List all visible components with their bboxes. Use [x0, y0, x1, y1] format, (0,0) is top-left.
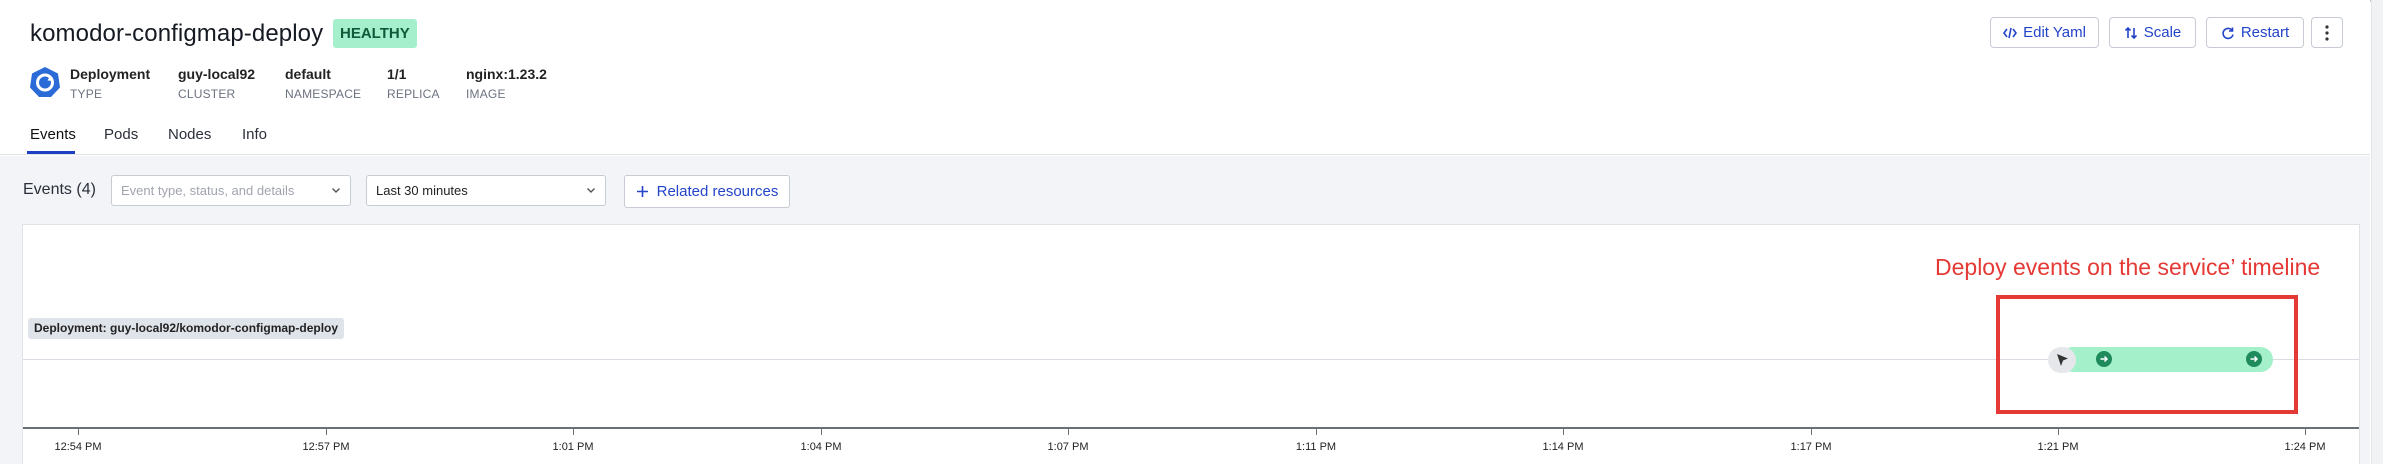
chevron-down-icon	[332, 188, 340, 193]
meta-namespace: default NAMESPACE	[285, 66, 361, 101]
scale-button[interactable]: Scale	[2109, 17, 2196, 48]
axis-tick-label: 12:54 PM	[54, 441, 102, 453]
axis-tick	[1316, 429, 1317, 435]
axis-tick-label: 1:21 PM	[2037, 441, 2079, 453]
axis-tick-label: 1:14 PM	[1542, 441, 1584, 453]
axis-tick-label: 1:17 PM	[1790, 441, 1832, 453]
page-scrollbar[interactable]	[2371, 0, 2383, 464]
meta-cluster: guy-local92 CLUSTER	[178, 66, 255, 101]
meta-type-value: Deployment	[70, 66, 151, 82]
meta-type: Deployment TYPE	[70, 66, 150, 101]
status-badge: HEALTHY	[333, 19, 417, 48]
tab-nodes[interactable]: Nodes	[168, 126, 211, 143]
deployment-icon	[30, 67, 60, 97]
tab-pods[interactable]: Pods	[104, 126, 138, 143]
meta-namespace-value: default	[285, 66, 331, 82]
service-header: komodor-configmap-deploy HEALTHY Deploym…	[0, 0, 2370, 155]
meta-replica-label: REPLICA	[387, 87, 440, 101]
axis-tick-label: 12:57 PM	[302, 441, 350, 453]
axis-tick	[1068, 429, 1069, 435]
timeline-row-label: Deployment: guy-local92/komodor-configma…	[28, 318, 345, 339]
axis-tick-label: 1:24 PM	[2284, 441, 2326, 453]
chevron-down-icon	[587, 188, 595, 193]
axis-tick	[326, 429, 327, 435]
deploy-event-start-icon[interactable]	[2096, 351, 2112, 367]
axis-tick-label: 1:11 PM	[1295, 441, 1337, 453]
axis-tick	[78, 429, 79, 435]
active-tab-indicator	[27, 151, 75, 154]
restart-icon	[2222, 27, 2234, 39]
meta-replica-value: 1/1	[387, 66, 407, 82]
meta-namespace-label: NAMESPACE	[285, 87, 362, 101]
time-range-value: Last 30 minutes	[376, 183, 468, 198]
axis-tick-label: 1:04 PM	[800, 441, 842, 453]
meta-cluster-value: guy-local92	[178, 66, 256, 82]
pointer-icon	[2048, 347, 2076, 373]
scale-arrows-icon	[2124, 26, 2137, 39]
plus-icon	[636, 186, 648, 197]
timeline-axis	[23, 427, 2359, 429]
restart-label: Restart	[2240, 24, 2290, 41]
edit-yaml-label: Edit Yaml	[2023, 24, 2086, 41]
code-icon	[2003, 27, 2018, 38]
related-resources-label: Related resources	[656, 183, 779, 200]
edit-yaml-button[interactable]: Edit Yaml	[1990, 17, 2099, 48]
meta-type-label: TYPE	[70, 87, 103, 101]
deploy-event-end-icon[interactable]	[2246, 351, 2262, 367]
meta-image-value: nginx:1.23.2	[466, 66, 547, 82]
axis-tick	[1563, 429, 1564, 435]
event-filter-placeholder: Event type, status, and details	[121, 183, 295, 198]
related-resources-button[interactable]: Related resources	[624, 175, 790, 208]
time-range-select[interactable]: Last 30 minutes	[366, 175, 606, 206]
more-actions-button[interactable]	[2311, 17, 2343, 48]
meta-image: nginx:1.23.2 IMAGE	[466, 66, 547, 101]
meta-cluster-label: CLUSTER	[178, 87, 236, 101]
tab-info[interactable]: Info	[242, 126, 267, 143]
restart-button[interactable]: Restart	[2206, 17, 2304, 48]
timeline-annotation: Deploy events on the service’ timeline	[1935, 254, 2321, 280]
meta-replica: 1/1 REPLICA	[387, 66, 440, 101]
meta-image-label: IMAGE	[466, 87, 506, 101]
axis-tick-label: 1:01 PM	[552, 441, 594, 453]
scale-label: Scale	[2143, 24, 2182, 41]
kebab-menu-icon	[2325, 24, 2329, 41]
axis-tick	[2305, 429, 2306, 435]
tab-events[interactable]: Events	[30, 126, 76, 143]
axis-tick	[1811, 429, 1812, 435]
axis-tick-label: 1:07 PM	[1047, 441, 1089, 453]
page-title: komodor-configmap-deploy	[30, 20, 324, 47]
axis-tick	[573, 429, 574, 435]
axis-tick	[821, 429, 822, 435]
axis-tick	[2058, 429, 2059, 435]
events-count-title: Events (4)	[23, 181, 96, 198]
event-filter-select[interactable]: Event type, status, and details	[111, 175, 351, 206]
deploy-event-bar[interactable]	[2060, 347, 2273, 372]
